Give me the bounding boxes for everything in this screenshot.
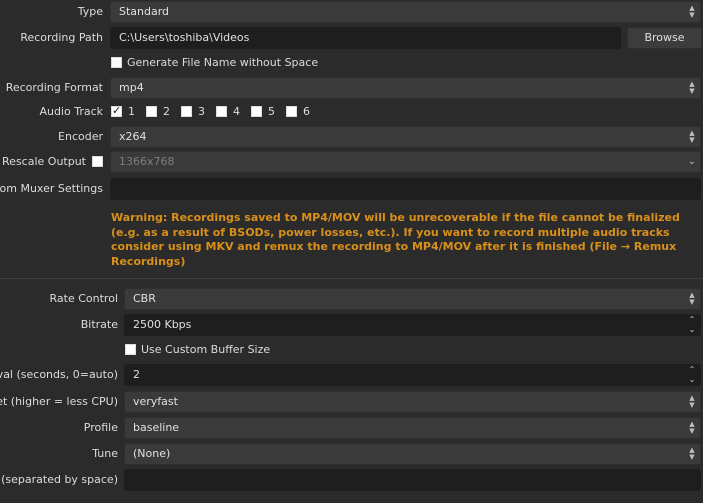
audio-track-1-checkbox[interactable] [111,104,122,117]
rate-control-select[interactable]: CBR ▲ ▼ [124,288,701,310]
tune-select[interactable]: (None) ▲ ▼ [124,443,701,465]
audio-track-6-label: 6 [303,105,310,118]
updown-icon: ▲ ▼ [689,420,695,435]
rate-control-row: Rate Control CBR ▲ ▼ [0,288,703,310]
custom-buffer-row: Use Custom Buffer Size [0,343,703,359]
preset-value: veryfast [133,395,178,408]
chevron-down-icon: ⌄ [687,156,696,167]
recording-format-value: mp4 [119,81,144,94]
audio-track-4-checkbox[interactable] [216,106,227,117]
bitrate-value: 2500 Kbps [133,318,192,331]
type-row: Type Standard ▲ ▼ [0,1,703,23]
audio-track-1-label: 1 [128,105,135,118]
recording-format-row: Recording Format mp4 ▲ ▼ [0,77,703,99]
keyframe-spinbox[interactable]: 2 ⌃ ⌄ [124,364,701,386]
rescale-checkbox[interactable] [92,156,103,167]
audio-track-row: Audio Track 1 2 3 4 5 6 [0,104,703,120]
recording-path-value: C:\Users\toshiba\Videos [119,31,250,44]
recording-path-label: Recording Path [20,31,103,44]
custom-buffer-checkbox[interactable] [125,344,136,355]
recording-path-row: Recording Path C:\Users\toshiba\Videos B… [0,27,703,49]
profile-select[interactable]: baseline ▲ ▼ [124,417,701,439]
tune-row: Tune (None) ▲ ▼ [0,443,703,465]
encoder-select[interactable]: x264 ▲ ▼ [110,126,701,148]
section-divider [0,278,703,279]
audio-track-5-checkbox[interactable] [251,106,262,117]
tune-value: (None) [133,447,171,460]
recording-path-input[interactable]: C:\Users\toshiba\Videos [110,27,621,49]
spin-arrows-icon[interactable]: ⌃ ⌄ [685,315,699,335]
audio-track-label: Audio Track [39,105,103,118]
preset-row: eset (higher = less CPU) veryfast ▲▼ [0,391,703,413]
rescale-label: Rescale Output [2,155,86,168]
rate-control-value: CBR [133,292,156,305]
preset-select[interactable]: veryfast ▲ ▼ [124,391,701,413]
spin-arrows-icon[interactable]: ⌃ ⌄ [685,365,699,385]
updown-icon: ▲ ▼ [689,394,695,409]
encoder-label: Encoder [58,130,103,143]
bitrate-spinbox[interactable]: 2500 Kbps ⌃ ⌄ [124,314,701,336]
updown-icon: ▲ ▼ [689,291,695,306]
updown-icon: ▲ ▼ [689,4,695,19]
muxer-label: ustom Muxer Settings [0,182,103,195]
gen-filename-checkbox[interactable] [111,57,122,68]
mp4-warning-text: Warning: Recordings saved to MP4/MOV wil… [111,211,680,268]
profile-value: baseline [133,421,180,434]
type-label: Type [77,5,103,18]
rate-control-label: Rate Control [49,292,118,305]
rescale-value: 1366x768 [119,155,175,168]
muxer-input[interactable] [110,178,701,200]
audio-track-2-label: 2 [163,105,170,118]
profile-label: Profile [83,421,118,434]
encoder-value: x264 [119,130,147,143]
audio-track-3-checkbox[interactable] [181,106,192,117]
x264-options-label: ns (separated by space) [0,473,118,486]
audio-track-6-checkbox[interactable] [286,106,297,117]
encoder-row: Encoder x264 ▲ ▼ [0,126,703,148]
updown-icon: ▲ ▼ [689,129,695,144]
gen-filename-row: Generate File Name without Space [0,56,703,72]
tune-label: Tune [92,447,118,460]
muxer-row: ustom Muxer Settings [0,178,703,200]
browse-button[interactable]: Browse [627,27,702,49]
type-select[interactable]: Standard ▲ ▼ [110,1,701,23]
preset-label: eset (higher = less CPU) [0,395,118,408]
gen-filename-label: Generate File Name without Space [127,56,319,69]
updown-icon: ▲ ▼ [689,446,695,461]
keyframe-value: 2 [133,368,140,381]
audio-track-2-checkbox[interactable] [146,106,157,117]
x264-options-row: ns (separated by space) [0,469,703,491]
x264-options-input[interactable] [124,469,701,491]
type-value: Standard [119,5,170,18]
bitrate-row: Bitrate 2500 Kbps ⌃ ⌄ [0,314,703,336]
audio-track-5-label: 5 [268,105,275,118]
updown-icon: ▲ ▼ [689,80,695,95]
rescale-select[interactable]: 1366x768 ⌄ [110,151,701,173]
recording-format-label: Recording Format [5,81,103,94]
bitrate-label: Bitrate [80,318,118,331]
audio-track-4-label: 4 [233,105,240,118]
audio-track-3-label: 3 [198,105,205,118]
rescale-row: Rescale Output 1366x768 ⌄ [0,151,703,173]
keyframe-row: erval (seconds, 0=auto) 2 ⌃⌄ [0,364,703,386]
keyframe-label: erval (seconds, 0=auto) [0,368,118,381]
profile-row: Profile baseline ▲ ▼ [0,417,703,439]
custom-buffer-label: Use Custom Buffer Size [141,343,271,356]
recording-format-select[interactable]: mp4 ▲ ▼ [110,77,701,99]
